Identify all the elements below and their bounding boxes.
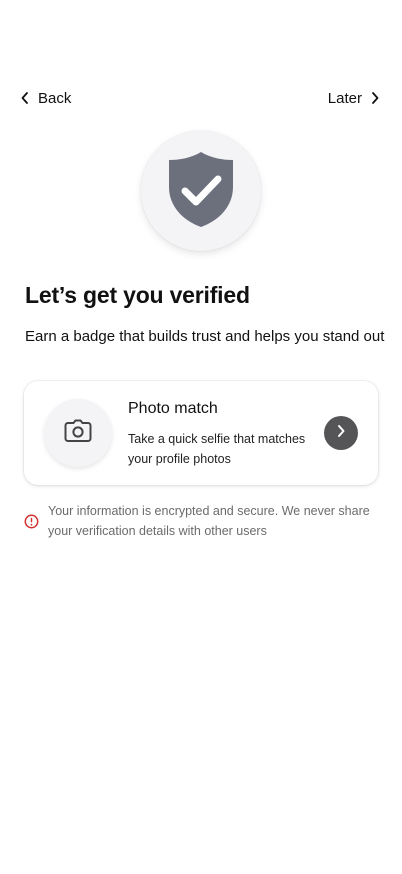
photo-match-option[interactable]: Photo match Take a quick selfie that mat… xyxy=(24,381,378,485)
back-label: Back xyxy=(38,89,72,107)
chevron-right-icon xyxy=(336,424,346,443)
camera-icon xyxy=(64,419,92,448)
back-button[interactable]: Back xyxy=(20,86,71,110)
page-subtitle: Earn a badge that builds trust and helps… xyxy=(25,328,385,345)
photo-match-description: Take a quick selfie that matches your pr… xyxy=(128,432,306,466)
page-title: Let’s get you verified xyxy=(25,282,250,308)
security-notice-text: Your information is encrypted and secure… xyxy=(48,504,370,538)
verification-badge xyxy=(141,131,261,251)
verification-screen: Back Later Let’s get you verified Earn a… xyxy=(0,0,402,874)
chevron-right-icon xyxy=(370,91,380,105)
later-label: Later xyxy=(327,89,362,107)
shield-check-icon xyxy=(166,149,236,234)
later-button[interactable]: Later xyxy=(328,86,380,110)
top-nav: Back Later xyxy=(0,86,402,110)
photo-match-arrow-button[interactable] xyxy=(324,416,358,450)
chevron-left-icon xyxy=(20,91,30,105)
photo-match-title: Photo match xyxy=(128,400,218,417)
alert-circle-icon xyxy=(24,514,39,534)
photo-match-icon-container xyxy=(44,399,112,467)
